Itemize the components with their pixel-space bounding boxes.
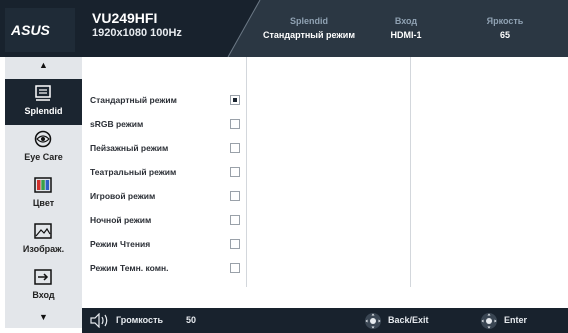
color-icon [34, 177, 52, 193]
sidebar-item-input[interactable]: Вход [5, 263, 82, 309]
monitor-osd: ASUS VU249HFI 1920x1080 100Hz Splendid С… [0, 0, 568, 333]
joystick-back-icon [365, 313, 381, 329]
mode-label: Пейзажный режим [90, 143, 169, 153]
splendid-mode-list: Стандартный режим sRGB режим Пейзажный р… [82, 57, 245, 287]
sidebar-item-splendid[interactable]: Splendid [5, 79, 82, 125]
nav-down-arrow-icon[interactable]: ▼ [5, 312, 82, 322]
mode-checkbox[interactable] [230, 143, 240, 153]
speaker-icon [90, 313, 108, 328]
mode-label: Режим Темн. комн. [90, 263, 169, 273]
mode-label: Режим Чтения [90, 239, 151, 249]
submenu-panel-3 [410, 57, 568, 287]
mode-label: Театральный режим [90, 167, 177, 177]
list-item[interactable]: Ночной режим [90, 212, 240, 232]
list-item[interactable]: Режим Темн. комн. [90, 260, 240, 280]
list-item[interactable]: Пейзажный режим [90, 140, 240, 160]
mode-checkbox[interactable] [230, 263, 240, 273]
nav-up-arrow-icon[interactable]: ▲ [5, 60, 82, 70]
sidebar-item-color[interactable]: Цвет [5, 171, 82, 217]
sidebar-item-label: Splendid [24, 106, 63, 116]
enter-label: Enter [504, 315, 528, 325]
sidebar-item-eye-care[interactable]: Eye Care [5, 125, 82, 171]
list-item[interactable]: Стандартный режим [90, 92, 240, 112]
mode-checkbox[interactable] [230, 239, 240, 249]
image-icon [34, 223, 52, 239]
header-brightness-value: 65 [499, 30, 510, 40]
mode-checkbox[interactable] [230, 191, 240, 201]
sidebar-item-label: Eye Care [24, 152, 63, 162]
sidebar-item-label: Цвет [32, 198, 55, 208]
list-item[interactable]: Режим Чтения [90, 236, 240, 256]
mode-label: Ночной режим [90, 215, 152, 225]
input-icon [34, 269, 52, 285]
asus-logo: ASUS [5, 8, 75, 52]
mode-label: sRGB режим [90, 119, 144, 129]
volume-value: 50 [186, 315, 197, 325]
list-item[interactable]: Игровой режим [90, 188, 240, 208]
model-info: VU249HFI 1920x1080 100Hz [92, 10, 182, 41]
osd-header: ASUS VU249HFI 1920x1080 100Hz Splendid С… [0, 0, 568, 57]
sidebar-item-label: Изображ. [22, 244, 65, 254]
header-brightness: Яркость 65 [445, 15, 565, 41]
list-item[interactable]: sRGB режим [90, 116, 240, 136]
sidebar-item-label: Вход [32, 290, 55, 300]
osd-bottom-bar: Громкость 50 Back/Exit Enter [82, 308, 568, 333]
volume-label: Громкость [116, 315, 164, 325]
mode-checkbox[interactable] [230, 215, 240, 225]
model-name: VU249HFI [92, 10, 158, 26]
svg-text:ASUS: ASUS [11, 23, 51, 37]
mode-label: Стандартный режим [90, 95, 177, 105]
mode-checkbox[interactable] [230, 167, 240, 177]
mode-checkbox[interactable] [230, 119, 240, 129]
list-item[interactable]: Театральный режим [90, 164, 240, 184]
submenu-panel-2 [246, 57, 410, 287]
sidebar-nav: ▲ Splendid Eye Care Цвет Изображ. Вход ▼ [5, 57, 82, 328]
resolution-info: 1920x1080 100Hz [92, 27, 182, 39]
header-brightness-label: Яркость [486, 16, 524, 26]
mode-checkbox[interactable] [230, 95, 240, 105]
joystick-enter-icon [481, 313, 497, 329]
splendid-icon [35, 85, 51, 101]
eye-care-icon [34, 130, 52, 148]
sidebar-item-image[interactable]: Изображ. [5, 217, 82, 263]
mode-label: Игровой режим [90, 191, 156, 201]
back-exit-label: Back/Exit [388, 315, 429, 325]
